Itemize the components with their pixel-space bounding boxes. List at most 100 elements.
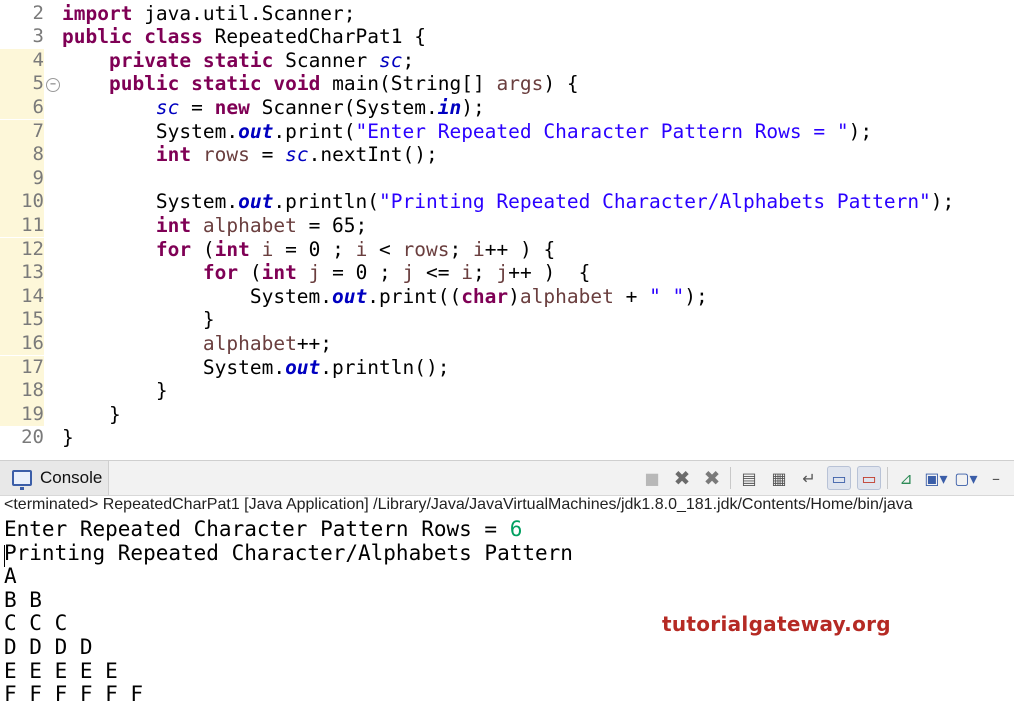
line-number: 12 [0,238,44,262]
line-number-text: 14 [21,285,44,309]
code-token [62,332,203,355]
text-caret [4,545,5,567]
line-number: 13 [0,261,44,285]
word-wrap-icon[interactable]: ↵ [797,466,821,490]
code-token: int [262,261,297,284]
code-token: for [203,261,238,284]
line-number-text: 9 [33,167,44,191]
code-token: System. [62,356,285,379]
pin-console-icon[interactable]: ⊿ [894,466,918,490]
code-token: public [109,72,179,95]
line-number: 15 [0,308,44,332]
code-token: sc [156,96,179,119]
code-token: ) { [543,72,578,95]
remove-all-icon[interactable]: ✖ [700,466,724,490]
line-number: 14 [0,285,44,309]
code-token: rows [203,143,250,166]
code-token [262,72,274,95]
fold-toggle-icon[interactable]: − [46,78,60,92]
code-token: private [109,49,191,72]
code-line: for (int i = 0 ; i < rows; i++ ) { [62,238,555,262]
console-tab[interactable]: Console [0,461,109,495]
code-token: ++ ) { [508,261,590,284]
code-token: } [62,379,168,402]
console-output-line: E E E E E [4,660,573,684]
line-number: 19 [0,403,44,427]
line-number-text: 18 [21,379,44,403]
code-token: static [191,72,261,95]
code-token: " " [649,285,684,308]
line-number-text: 7 [33,120,44,144]
code-line: private static Scanner sc; [62,49,414,73]
code-token: int [156,214,191,237]
code-token: System. [62,120,238,143]
code-token [191,214,203,237]
console-output-line: A [4,565,573,589]
code-token: .print(( [367,285,461,308]
code-line: } [62,308,215,332]
code-token: ); [849,120,872,143]
code-token: = [179,96,214,119]
toolbar-separator [730,467,731,489]
line-number-text: 11 [21,214,44,238]
code-token: System. [62,190,238,213]
console-icon [12,470,32,486]
code-token [62,49,109,72]
code-token: public [62,25,132,48]
code-token: Scanner(System. [250,96,438,119]
display-console-icon[interactable]: ▣▾ [924,466,948,490]
code-line: alphabet++; [62,332,332,356]
code-token: ) [508,285,520,308]
open-console-icon[interactable]: ▢▾ [954,466,978,490]
code-token: out [332,285,367,308]
code-line: } [62,426,74,450]
show-on-stdout-icon[interactable]: ▭ [827,466,851,490]
code-token: for [156,238,191,261]
remove-launch-icon[interactable]: ✖ [670,466,694,490]
console-prompt: Enter Repeated Character Pattern Rows = [4,517,510,541]
code-token: } [62,426,74,449]
line-number-text: 4 [33,49,44,73]
code-token: ( [191,238,214,261]
watermark: tutorialgateway.org [662,612,891,636]
code-token: alphabet [520,285,614,308]
line-number: 11 [0,214,44,238]
line-number: 7 [0,120,44,144]
code-token: ; [403,49,415,72]
code-token: int [156,143,191,166]
line-number-text: 15 [21,308,44,332]
code-token: void [273,72,320,95]
code-token: ; [450,238,473,261]
code-token: ; [473,261,496,284]
minimize-icon[interactable]: – [984,466,1008,490]
terminate-icon[interactable]: ■ [640,466,664,490]
code-token: ); [461,96,484,119]
code-token: = 65; [297,214,367,237]
clear-console-icon[interactable]: ▤ [737,466,761,490]
code-token [179,72,191,95]
code-token [62,261,203,284]
code-token: i [473,238,485,261]
line-number-text: 12 [21,238,44,262]
code-line: import java.util.Scanner; [62,2,356,26]
code-token: out [285,356,320,379]
code-token [62,214,156,237]
code-token: in [438,96,461,119]
code-token: import [62,2,132,25]
code-token: .nextInt(); [309,143,438,166]
code-editor[interactable]: 2345−67891011121314151617181920 import j… [0,0,1014,452]
console-output[interactable]: Enter Repeated Character Pattern Rows = … [4,518,573,707]
code-token: = 0 ; [320,261,402,284]
code-line: int rows = sc.nextInt(); [62,143,438,167]
code-line: System.out.println("Printing Repeated Ch… [62,190,954,214]
line-number-gutter: 2345−67891011121314151617181920 [0,0,58,452]
code-token: j [403,261,415,284]
code-line: } [62,379,168,403]
code-token: i [461,261,473,284]
show-on-stderr-icon[interactable]: ▭ [857,466,881,490]
scroll-lock-icon[interactable]: ▦ [767,466,791,490]
console-output-line: F F F F F F [4,683,573,707]
code-token: class [144,25,203,48]
line-number-text: 16 [21,332,44,356]
code-token: i [262,238,274,261]
